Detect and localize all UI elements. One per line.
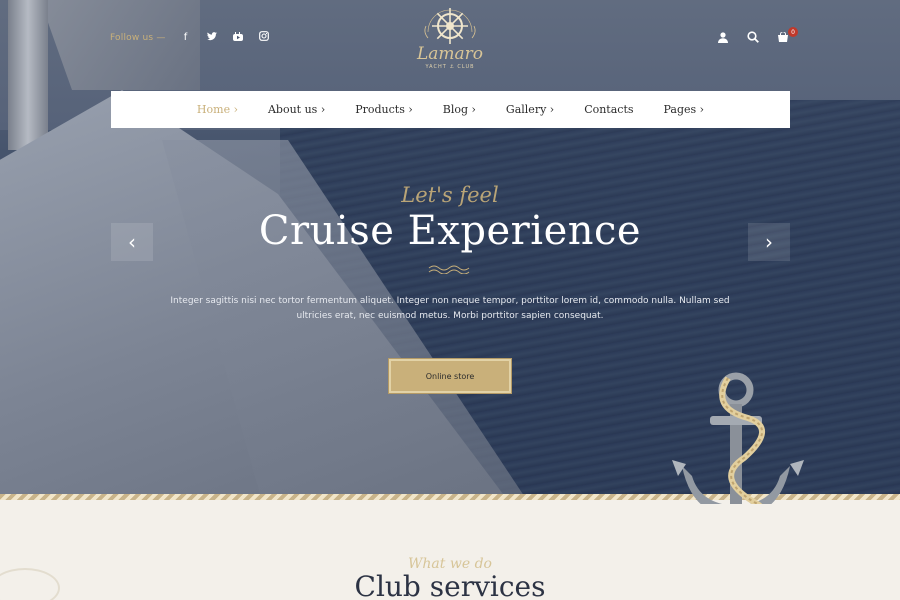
section-title: Club services xyxy=(354,570,546,600)
nav-item-home[interactable]: Home › xyxy=(182,103,253,116)
follow-label: Follow us — xyxy=(110,32,166,43)
online-store-button[interactable]: Online store xyxy=(388,358,512,394)
nav-item-gallery[interactable]: Gallery › xyxy=(491,103,569,116)
youtube-icon[interactable] xyxy=(232,31,244,44)
user-icon[interactable] xyxy=(716,30,730,44)
hero-description: Integer sagittis nisi nec tortor ferment… xyxy=(170,296,730,321)
main-navigation: Home › About us › Products › Blog › Gall… xyxy=(111,91,790,128)
nav-item-contacts[interactable]: Contacts xyxy=(569,103,648,116)
hero-headline: Cruise Experience xyxy=(258,208,642,254)
services-section: What we do Club services xyxy=(0,504,900,600)
twitter-icon[interactable] xyxy=(206,31,218,44)
cart-icon[interactable]: 0 xyxy=(776,27,798,44)
ship-wheel-icon xyxy=(424,8,476,44)
search-icon[interactable] xyxy=(746,30,760,44)
nav-item-pages[interactable]: Pages › xyxy=(649,103,720,116)
header-actions: 0 xyxy=(716,27,798,44)
facebook-icon[interactable]: f xyxy=(180,32,192,43)
hero-mast xyxy=(8,0,48,150)
nav-item-blog[interactable]: Blog › xyxy=(428,103,491,116)
nav-item-about-us[interactable]: About us › xyxy=(253,103,340,116)
social-bar: Follow us — f xyxy=(110,31,270,44)
logo-brand: Lamaro xyxy=(416,44,484,64)
nav-item-products[interactable]: Products › xyxy=(340,103,428,116)
logo-subtitle: YACHT ⚓ CLUB xyxy=(425,64,475,70)
hero-kicker: Let's feel xyxy=(401,183,499,207)
cart-count-badge: 0 xyxy=(788,27,798,37)
instagram-icon[interactable] xyxy=(258,31,270,44)
wave-divider-icon xyxy=(428,265,470,274)
site-logo[interactable]: Lamaro YACHT ⚓ CLUB xyxy=(412,2,488,74)
